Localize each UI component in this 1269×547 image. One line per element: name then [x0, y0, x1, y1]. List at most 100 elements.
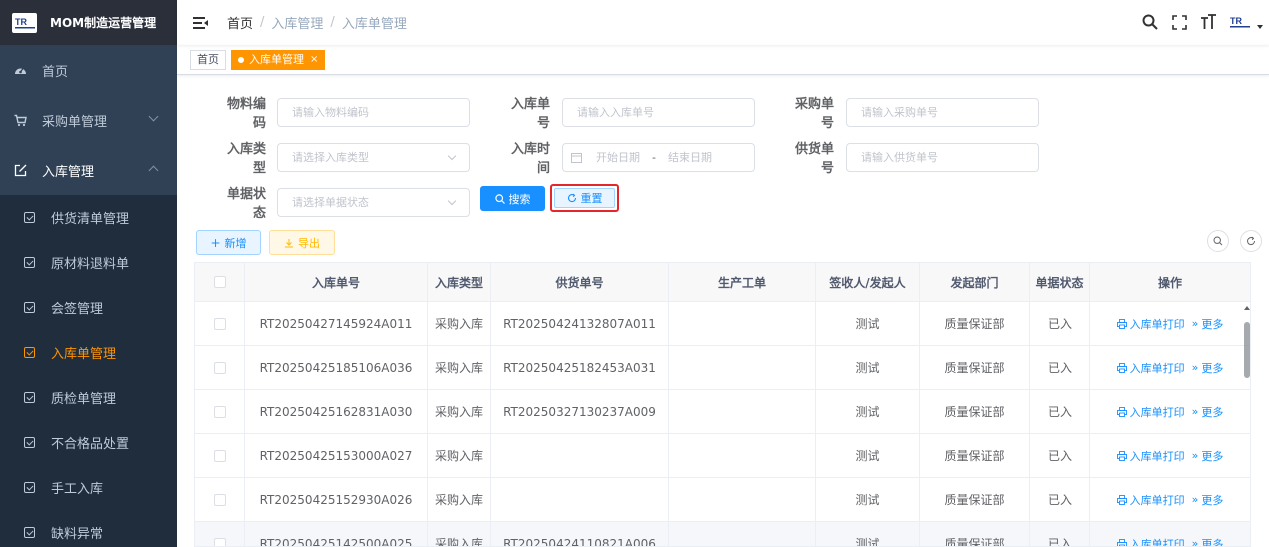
row-actions-cell: 入库单打印 » 更多	[1090, 302, 1250, 345]
cell-type: 采购入库	[428, 478, 491, 521]
cell-signer: 测试	[816, 302, 920, 345]
column-header[interactable]: 单据状态	[1030, 263, 1090, 301]
inbound-type-select[interactable]: 请选择入库类型	[277, 142, 470, 172]
submenu-item-inbound-orders[interactable]: 入库单管理	[0, 330, 177, 375]
inbound-submenu: 供货清单管理 原材料退料单 会签管理 入库单管理 质检单管理 不合格品处置 手工…	[0, 195, 177, 547]
table-row[interactable]: RT20250425162831A030 采购入库 RT20250327130237…	[195, 390, 1250, 434]
chevron-down-icon	[148, 111, 159, 122]
row-checkbox[interactable]	[213, 361, 226, 374]
double-chevron-right-icon: »	[1191, 449, 1199, 462]
submenu-item-nonconforming[interactable]: 不合格品处置	[0, 420, 177, 465]
submenu-item-shortage[interactable]: 缺料异常	[0, 510, 177, 547]
row-checkbox[interactable]	[213, 317, 226, 330]
breadcrumb-home[interactable]: 首页	[227, 13, 253, 32]
purchase-no-label: 采购单号	[794, 97, 834, 131]
inbound-no-label: 入库单号	[510, 97, 550, 131]
column-header[interactable]: 入库单号	[245, 263, 428, 301]
submenu-item-manual-inbound[interactable]: 手工入库	[0, 465, 177, 510]
user-avatar[interactable]: TR	[1226, 11, 1256, 33]
inbound-no-input[interactable]: 请输入入库单号	[562, 97, 755, 127]
printer-icon	[1116, 318, 1127, 329]
column-header[interactable]: 签收人/发起人	[816, 263, 920, 301]
print-inbound-link[interactable]: 入库单打印	[1116, 360, 1185, 376]
export-button[interactable]: 导出	[269, 230, 335, 255]
table-scrollbar[interactable]	[1243, 304, 1251, 547]
scroll-up-icon[interactable]	[1244, 306, 1250, 310]
close-icon[interactable]: ×	[310, 51, 318, 69]
row-checkbox[interactable]	[213, 405, 226, 418]
sidebar-item-home[interactable]: 首页	[0, 45, 177, 95]
more-link[interactable]: » 更多	[1192, 360, 1224, 376]
doc-status-select[interactable]: 请选择单据状态	[277, 187, 470, 217]
cell-dept: 质量保证部	[920, 346, 1030, 389]
row-select-cell	[195, 434, 245, 477]
fullscreen-icon[interactable]	[1168, 11, 1190, 33]
table-row[interactable]: RT20250425152930A026 采购入库 测试 质量保证部 已入 入库单打印 » 更…	[195, 478, 1250, 522]
toggle-search-button[interactable]	[1207, 230, 1229, 252]
row-actions-cell: 入库单打印 » 更多	[1090, 346, 1250, 389]
submenu-item-countersign[interactable]: 会签管理	[0, 285, 177, 330]
inbound-time-range[interactable]: 开始日期 - 结束日期	[562, 142, 755, 172]
row-checkbox[interactable]	[213, 449, 226, 462]
cell-signer: 测试	[816, 522, 920, 546]
refresh-table-button[interactable]	[1240, 230, 1262, 252]
row-checkbox[interactable]	[213, 537, 226, 546]
search-button[interactable]: 搜索	[480, 186, 545, 211]
caret-down-icon[interactable]	[1257, 25, 1263, 29]
reset-button[interactable]: 重置	[554, 188, 615, 208]
refresh-icon	[567, 193, 576, 203]
search-icon[interactable]	[1139, 11, 1161, 33]
purchase-no-input[interactable]: 请输入采购单号	[846, 97, 1039, 127]
more-link[interactable]: » 更多	[1192, 536, 1224, 547]
tag-inbound-orders[interactable]: 入库单管理 ×	[231, 49, 326, 70]
submenu-item-supply-list[interactable]: 供货清单管理	[0, 195, 177, 240]
app-logo[interactable]: TR MOM制造运营管理	[0, 0, 177, 45]
column-header[interactable]: 供货单号	[491, 263, 669, 301]
sidebar-item-inbound[interactable]: 入库管理	[0, 145, 177, 195]
inbound-time-label: 入库时间	[510, 142, 550, 176]
column-header[interactable]: 生产工单	[669, 263, 816, 301]
supply-no-input[interactable]: 请输入供货单号	[846, 142, 1039, 172]
more-link[interactable]: » 更多	[1192, 316, 1224, 332]
refresh-icon	[1247, 236, 1256, 246]
row-checkbox[interactable]	[213, 493, 226, 506]
font-size-icon[interactable]	[1197, 11, 1219, 33]
sidebar-item-purchase[interactable]: 采购单管理	[0, 95, 177, 145]
print-inbound-link[interactable]: 入库单打印	[1116, 448, 1185, 464]
navbar-right: TR	[1132, 11, 1263, 33]
row-actions-cell: 入库单打印 » 更多	[1090, 478, 1250, 521]
checkbox-icon	[24, 347, 35, 358]
print-inbound-link[interactable]: 入库单打印	[1116, 492, 1185, 508]
row-actions-cell: 入库单打印 » 更多	[1090, 522, 1250, 547]
breadcrumb: 首页 / 入库管理 / 入库单管理	[227, 13, 407, 32]
cell-supply	[491, 478, 669, 521]
submenu-item-label: 供货清单管理	[51, 212, 130, 227]
column-header[interactable]: 入库类型	[428, 263, 491, 301]
filter-purchase-no: 采购单号 请输入采购单号	[784, 93, 1039, 131]
sidebar-item-label: 采购单管理	[42, 114, 108, 130]
table-row[interactable]: RT20250425142500A025 采购入库 RT20250424110821…	[195, 522, 1250, 547]
submenu-item-quality-check[interactable]: 质检单管理	[0, 375, 177, 420]
submenu-item-label: 原材料退料单	[51, 257, 130, 272]
more-link[interactable]: » 更多	[1192, 404, 1224, 420]
more-link-label: 更多	[1201, 537, 1224, 547]
table-row[interactable]: RT20250425185106A036 采购入库 RT20250425182453…	[195, 346, 1250, 390]
tag-home[interactable]: 首页	[190, 49, 226, 70]
add-button[interactable]: + 新增	[196, 230, 261, 255]
scroll-thumb[interactable]	[1244, 322, 1250, 378]
more-link[interactable]: » 更多	[1192, 448, 1224, 464]
more-link-label: 更多	[1201, 449, 1224, 463]
submenu-item-material-return[interactable]: 原材料退料单	[0, 240, 177, 285]
table-row[interactable]: RT20250425153000A027 采购入库 测试 质量保证部 已入 入库单打印 » 更…	[195, 434, 1250, 478]
column-header[interactable]: 发起部门	[920, 263, 1030, 301]
material-code-input[interactable]: 请输入物料编码	[277, 97, 470, 127]
row-actions-cell: 入库单打印 » 更多	[1090, 434, 1250, 477]
submenu-item-label: 缺料异常	[51, 527, 104, 542]
more-link[interactable]: » 更多	[1192, 492, 1224, 508]
print-inbound-link[interactable]: 入库单打印	[1116, 316, 1185, 332]
table-row[interactable]: RT20250427145924A011 采购入库 RT20250424132807…	[195, 302, 1250, 346]
select-all-checkbox[interactable]	[213, 276, 226, 288]
print-inbound-link[interactable]: 入库单打印	[1116, 536, 1185, 546]
hamburger-icon[interactable]	[193, 16, 208, 29]
print-inbound-link[interactable]: 入库单打印	[1116, 404, 1185, 420]
